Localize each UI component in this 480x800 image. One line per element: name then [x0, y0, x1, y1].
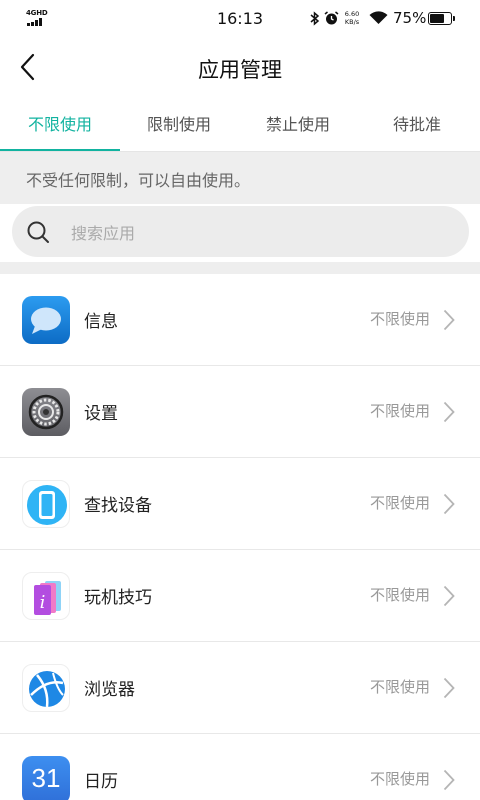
info-banner: 不受任何限制，可以自由使用。 [0, 152, 480, 204]
svg-text:i: i [40, 592, 46, 613]
chevron-right-icon [443, 677, 455, 699]
section-gap [0, 262, 480, 274]
settings-icon [22, 388, 70, 436]
app-status: 不限使用 [369, 678, 430, 696]
tab-bar: 不限使用 限制使用 禁止使用 待批准 [0, 100, 480, 152]
search-input[interactable]: 搜索应用 [12, 206, 469, 257]
search-placeholder: 搜索应用 [71, 224, 136, 243]
app-status: 不限使用 [369, 586, 430, 604]
wifi-icon [369, 11, 388, 24]
app-status: 不限使用 [369, 402, 430, 420]
battery-icon [428, 12, 455, 25]
alarm-icon [324, 11, 339, 25]
battery-percent: 75% [393, 9, 427, 27]
tips-icon: i [22, 572, 70, 620]
app-header: 应用管理 [0, 38, 480, 96]
tab-forbidden[interactable]: 禁止使用 [238, 100, 358, 152]
chevron-right-icon [443, 493, 455, 515]
app-name: 玩机技巧 [84, 588, 152, 608]
tab-restricted[interactable]: 限制使用 [119, 100, 239, 152]
app-name: 查找设备 [84, 496, 152, 516]
list-item-tips[interactable]: i 玩机技巧 不限使用 [0, 550, 480, 642]
calendar-icon: 31 [22, 756, 70, 800]
app-name: 日历 [84, 772, 118, 792]
app-status: 不限使用 [369, 310, 430, 328]
find-device-icon [22, 480, 70, 528]
search-icon [27, 221, 49, 243]
list-item-find-device[interactable]: 查找设备 不限使用 [0, 458, 480, 550]
app-name: 信息 [84, 312, 118, 332]
chevron-right-icon [443, 401, 455, 423]
page-title: 应用管理 [198, 58, 282, 82]
chevron-right-icon [443, 309, 455, 331]
tab-pending[interactable]: 待批准 [357, 100, 477, 152]
app-name: 浏览器 [84, 680, 135, 700]
list-item-calendar[interactable]: 31 日历 不限使用 [0, 734, 480, 800]
app-name: 设置 [84, 404, 118, 424]
app-status: 不限使用 [369, 770, 430, 788]
network-speed: 6.60 KB/s [343, 10, 361, 26]
info-text: 不受任何限制，可以自由使用。 [26, 171, 251, 190]
list-item-browser[interactable]: 浏览器 不限使用 [0, 642, 480, 734]
list-item-messages[interactable]: 信息 不限使用 [0, 274, 480, 366]
calendar-icon-date: 31 [31, 763, 61, 793]
bluetooth-icon [310, 11, 320, 26]
status-bar: 4GHD 16:13 6.60 KB/s 75% [0, 0, 480, 38]
browser-icon [22, 664, 70, 712]
list-item-settings[interactable]: 设置 不限使用 [0, 366, 480, 458]
messages-icon [22, 296, 70, 344]
app-status: 不限使用 [369, 494, 430, 512]
tab-unrestricted[interactable]: 不限使用 [0, 100, 120, 152]
chevron-right-icon [443, 585, 455, 607]
speed-unit: KB/s [344, 18, 360, 26]
chevron-right-icon [443, 769, 455, 791]
speed-value: 6.60 [344, 10, 360, 18]
